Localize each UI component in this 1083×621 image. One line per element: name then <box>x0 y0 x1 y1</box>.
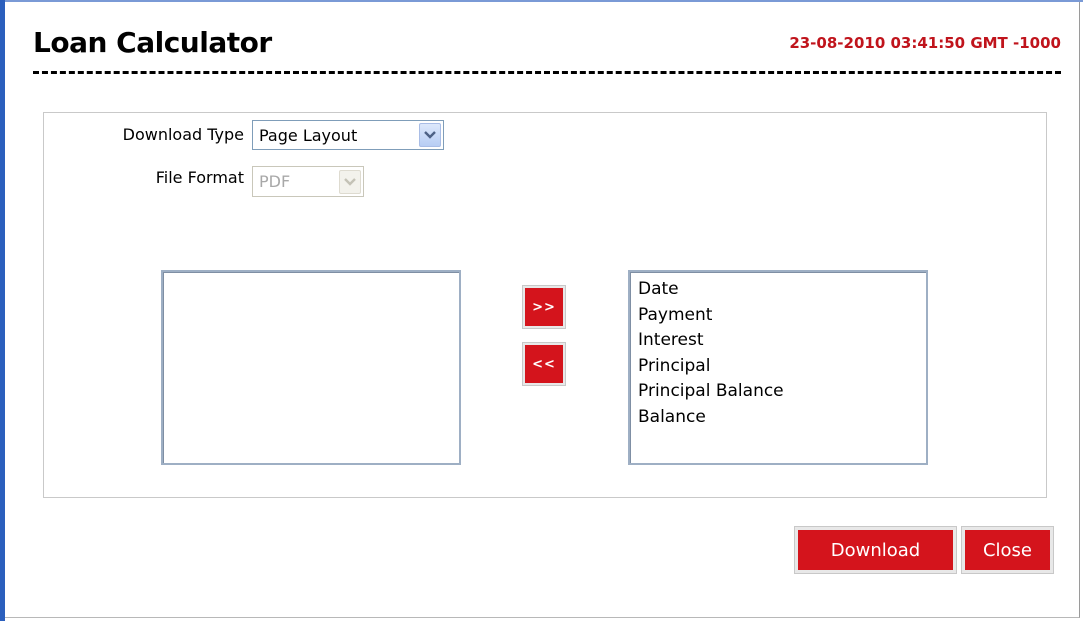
close-button-label: Close <box>965 530 1050 570</box>
file-format-value: PDF <box>259 172 291 191</box>
close-button[interactable]: Close <box>961 526 1054 574</box>
file-format-select[interactable]: PDF <box>252 166 364 197</box>
add-column-label: >> <box>525 288 563 326</box>
remove-column-button[interactable]: << <box>522 342 566 386</box>
list-item[interactable]: Balance <box>638 405 918 431</box>
list-item[interactable]: Date <box>638 277 918 303</box>
list-item[interactable]: Interest <box>638 328 918 354</box>
chevron-down-icon[interactable] <box>339 169 361 194</box>
file-format-label: File Format <box>155 168 244 187</box>
list-item[interactable]: Payment <box>638 303 918 329</box>
page-title: Loan Calculator <box>33 26 272 59</box>
remove-column-label: << <box>525 345 563 383</box>
download-button[interactable]: Download <box>794 526 957 574</box>
selected-columns-list[interactable]: Date Payment Interest Principal Principal Ba… <box>628 270 928 465</box>
list-item[interactable]: Principal Balance <box>638 379 918 405</box>
download-button-label: Download <box>798 530 953 570</box>
available-columns-list[interactable] <box>161 270 461 465</box>
add-column-button[interactable]: >> <box>522 285 566 329</box>
chevron-down-icon[interactable] <box>419 123 441 147</box>
download-type-select[interactable]: Page Layout <box>252 120 444 150</box>
timestamp: 23-08-2010 03:41:50 GMT -1000 <box>789 34 1061 52</box>
list-item[interactable]: Principal <box>638 354 918 380</box>
download-type-value: Page Layout <box>259 125 358 145</box>
title-divider <box>33 71 1061 74</box>
download-type-label: Download Type <box>122 125 244 144</box>
